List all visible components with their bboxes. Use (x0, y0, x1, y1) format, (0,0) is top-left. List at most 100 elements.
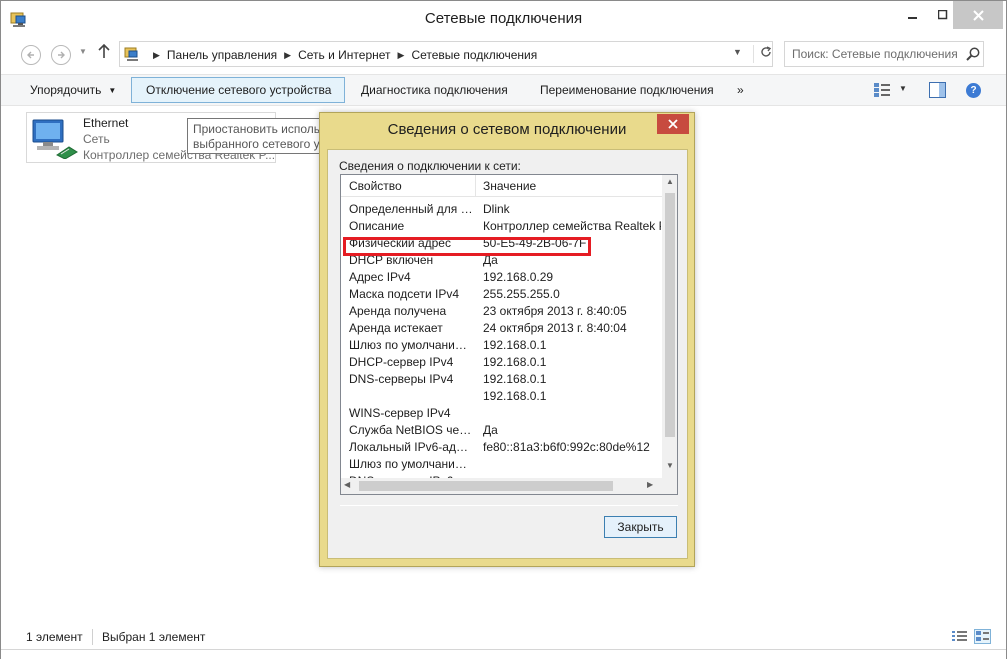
scroll-down-icon[interactable]: ▼ (662, 461, 677, 475)
value-cell: Контроллер семейства Realtek PCI (483, 219, 661, 233)
view-options-icon[interactable] (873, 82, 891, 98)
chevron-down-icon: ▼ (108, 85, 117, 95)
vertical-scrollbar[interactable]: ▲ ▼ (662, 175, 677, 478)
list-item[interactable]: WINS-сервер IPv4 (341, 405, 663, 422)
forward-arrow-icon (58, 51, 65, 59)
ethernet-adapter-icon (32, 119, 78, 159)
status-divider (92, 629, 93, 645)
breadcrumb-item-network-connections[interactable]: Сетевые подключения (411, 48, 537, 62)
rename-label: Переименование подключения (540, 83, 714, 97)
scroll-up-icon[interactable]: ▲ (662, 177, 677, 191)
refresh-icon (761, 46, 772, 57)
list-item[interactable]: Шлюз по умолчанию IP... (341, 456, 663, 473)
status-bar: 1 элемент Выбран 1 элемент (1, 624, 1006, 648)
property-cell: Шлюз по умолчанию IP... (349, 457, 473, 471)
tiles-view-button[interactable] (974, 629, 991, 644)
navigation-bar: ▼ ▶ Панель управления ▶ Сеть и Интернет … (1, 37, 1006, 73)
forward-button[interactable] (51, 45, 71, 65)
column-header-value[interactable]: Значение (477, 175, 663, 197)
refresh-button[interactable] (753, 45, 772, 63)
help-icon[interactable]: ? (966, 83, 981, 98)
tooltip-line: выбранного сетевого у (193, 137, 320, 151)
search-box (784, 41, 984, 67)
column-header-property[interactable]: Свойство (341, 175, 476, 197)
property-cell: Описание (349, 219, 405, 233)
property-cell: DNS-серверы IPv4 (349, 372, 454, 386)
value-cell: 255.255.255.0 (483, 287, 560, 301)
value-cell: fe80::81a3:b6f0:992c:80de%12 (483, 440, 650, 454)
list-item[interactable]: 192.168.0.1 (341, 388, 663, 405)
details-view-icon[interactable] (952, 630, 967, 643)
address-bar[interactable]: ▶ Панель управления ▶ Сеть и Интернет ▶ … (119, 41, 773, 67)
item-count: 1 элемент (26, 630, 83, 644)
property-cell: Аренда получена (349, 304, 447, 318)
dialog-close-button[interactable] (657, 114, 689, 134)
horizontal-scrollbar[interactable]: ◀ ▶ (341, 478, 662, 494)
dialog-body: Сведения о подключении к сети: Свойство … (327, 149, 688, 559)
recent-locations-button[interactable]: ▼ (79, 47, 87, 56)
view-options-dropdown[interactable]: ▼ (899, 84, 907, 93)
organize-menu-button[interactable]: Упорядочить ▼ (16, 77, 130, 103)
scroll-right-icon[interactable]: ▶ (647, 480, 653, 489)
breadcrumb-item-control-panel[interactable]: Панель управления (167, 48, 277, 62)
vertical-scroll-thumb[interactable] (665, 193, 675, 437)
close-button[interactable] (953, 1, 1003, 29)
property-cell: DHCP-сервер IPv4 (349, 355, 454, 369)
details-label: Сведения о подключении к сети: (339, 159, 521, 173)
back-arrow-icon (27, 51, 34, 59)
value-cell: 192.168.0.1 (483, 372, 547, 386)
list-item[interactable]: Локальный IPv6-адрес... fe80::81a3:b6f0:9… (341, 439, 663, 456)
up-button[interactable] (98, 43, 110, 64)
diagnose-label: Диагностика подключения (361, 83, 508, 97)
selected-count: Выбран 1 элемент (102, 630, 206, 644)
value-cell: 192.168.0.29 (483, 270, 554, 284)
list-item[interactable]: DNS-серверы IPv4 192.168.0.1 (341, 371, 663, 388)
command-bar: Упорядочить ▼ Отключение сетевого устрой… (1, 74, 1006, 106)
breadcrumb-separator[interactable]: ▶ (153, 50, 160, 61)
disable-device-button[interactable]: Отключение сетевого устройства (131, 77, 345, 103)
more-label: » (737, 83, 744, 97)
value-cell: 192.168.0.1 (483, 389, 547, 403)
list-item[interactable]: Служба NetBIOS через... Да (341, 422, 663, 439)
rename-connection-button[interactable]: Переименование подключения (526, 77, 728, 103)
list-item[interactable]: Аренда получена 23 октября 2013 г. 8:40:0… (341, 303, 663, 320)
value-cell: 23 октября 2013 г. 8:40:05 (483, 304, 627, 318)
breadcrumb-item-network-internet[interactable]: Сеть и Интернет (298, 48, 390, 62)
address-dropdown-button[interactable]: ▼ (733, 47, 742, 57)
details-list[interactable]: Свойство Значение Определенный для по...… (340, 174, 678, 495)
list-header: Свойство Значение (341, 175, 663, 197)
back-button[interactable] (21, 45, 41, 65)
search-input[interactable] (785, 42, 961, 66)
list-item[interactable]: Адрес IPv4 192.168.0.29 (341, 269, 663, 286)
minimize-button[interactable] (898, 1, 928, 29)
list-item[interactable]: Описание Контроллер семейства Realtek PCI (341, 218, 663, 235)
preview-pane-icon[interactable] (929, 82, 946, 98)
search-icon[interactable] (965, 46, 981, 62)
more-commands-button[interactable]: » (723, 77, 758, 103)
horizontal-scroll-thumb[interactable] (359, 481, 613, 491)
property-cell: Служба NetBIOS через... (349, 423, 473, 437)
value-cell: Да (483, 423, 498, 437)
list-item[interactable]: Маска подсети IPv4 255.255.255.0 (341, 286, 663, 303)
property-cell: Локальный IPv6-адрес... (349, 440, 473, 454)
maximize-icon (938, 10, 948, 20)
list-item[interactable]: DHCP-сервер IPv4 192.168.0.1 (341, 354, 663, 371)
diagnose-connection-button[interactable]: Диагностика подключения (347, 77, 522, 103)
property-cell: Аренда истекает (349, 321, 443, 335)
value-cell: Dlink (483, 202, 510, 216)
breadcrumb: ▶ Панель управления ▶ Сеть и Интернет ▶ … (146, 48, 537, 62)
list-item[interactable]: Определенный для по... Dlink (341, 201, 663, 218)
close-dialog-button[interactable]: Закрыть (604, 516, 677, 538)
value-cell: 24 октября 2013 г. 8:40:04 (483, 321, 627, 335)
organize-label: Упорядочить (30, 83, 102, 97)
property-cell: Шлюз по умолчанию IP... (349, 338, 473, 352)
tiles-view-icon (976, 631, 989, 641)
breadcrumb-separator[interactable]: ▶ (398, 50, 405, 61)
scroll-left-icon[interactable]: ◀ (344, 480, 350, 489)
close-icon (972, 9, 984, 21)
up-arrow-icon (98, 43, 110, 58)
list-item[interactable]: Аренда истекает 24 октября 2013 г. 8:40:0… (341, 320, 663, 337)
property-cell: WINS-сервер IPv4 (349, 406, 451, 420)
list-item[interactable]: Шлюз по умолчанию IP... 192.168.0.1 (341, 337, 663, 354)
breadcrumb-separator[interactable]: ▶ (284, 50, 291, 61)
